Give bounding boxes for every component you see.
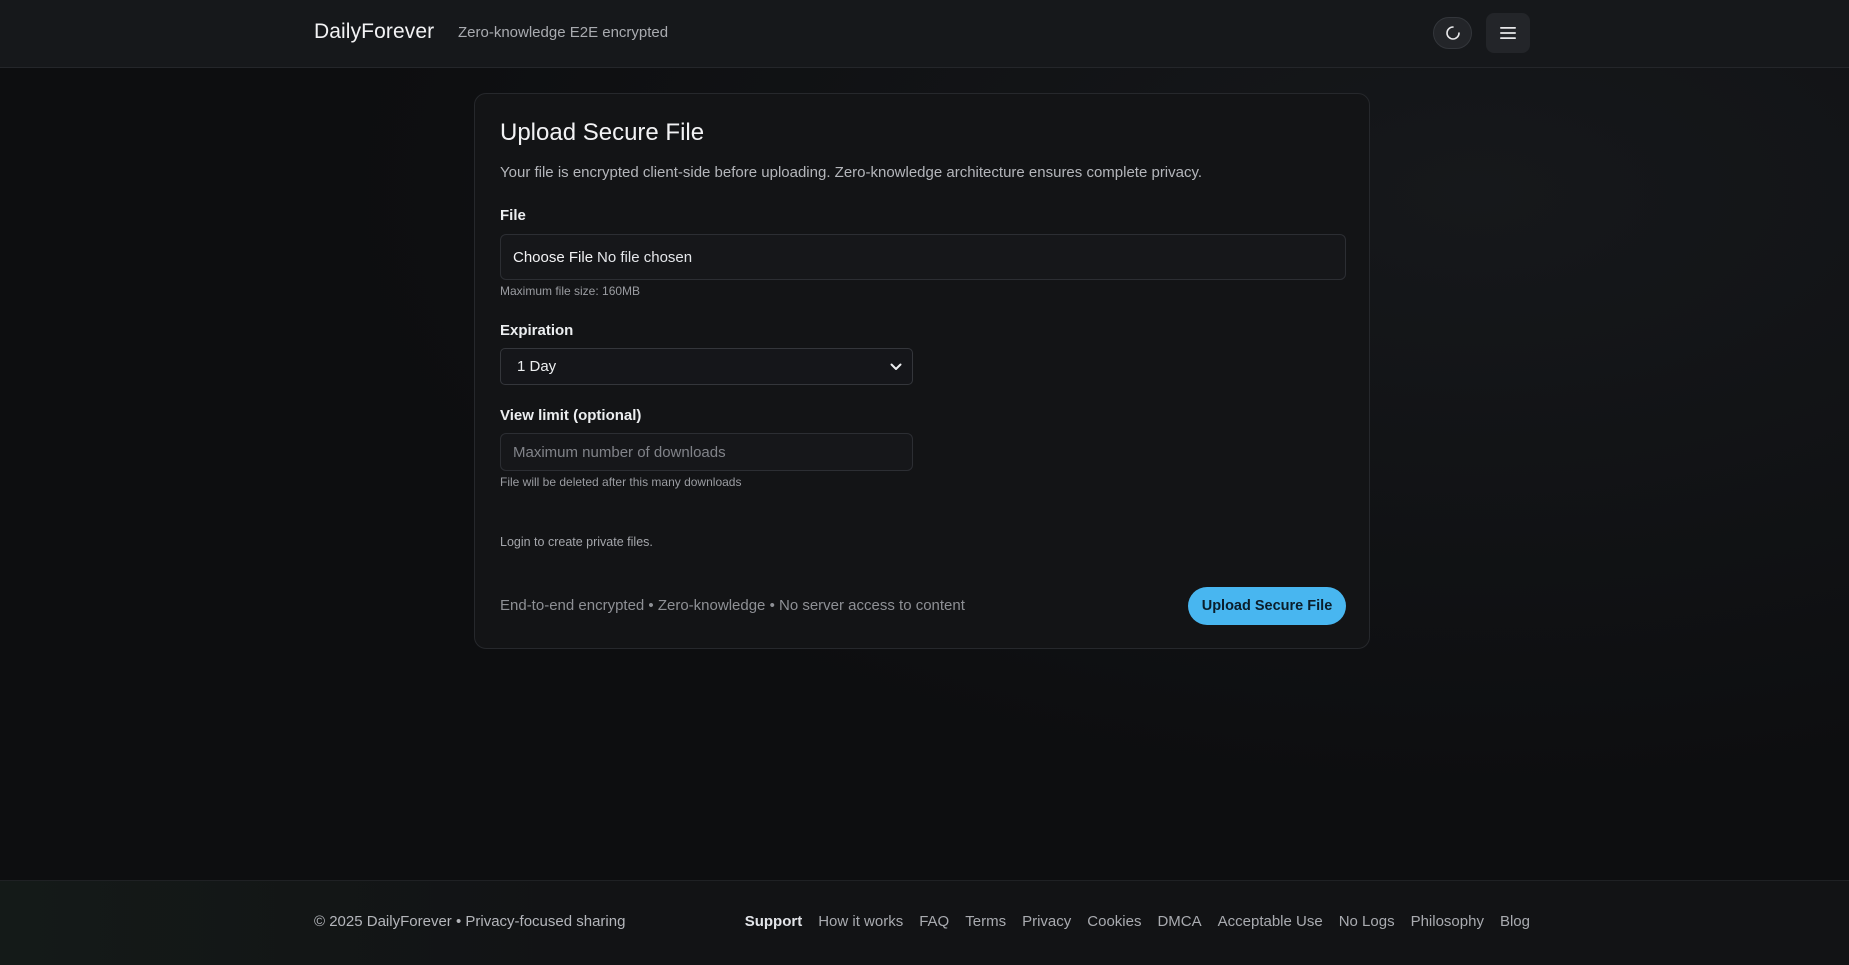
footer-link-philosophy[interactable]: Philosophy [1411,913,1484,930]
theme-toggle-icon [1445,26,1460,40]
footer-link-acceptable-use[interactable]: Acceptable Use [1218,913,1323,930]
view-limit-label: View limit (optional) [500,407,642,424]
brand-logo[interactable]: DailyForever [314,20,434,44]
card-description: Your file is encrypted client-side befor… [500,164,1203,181]
menu-button[interactable] [1486,13,1530,53]
file-label: File [500,207,526,224]
footer-link-blog[interactable]: Blog [1500,913,1530,930]
file-input[interactable]: Choose File No file chosen [500,234,1346,280]
upload-secure-file-button[interactable]: Upload Secure File [1188,587,1346,625]
theme-toggle-button[interactable] [1433,17,1472,49]
page-title: Upload Secure File [500,119,705,146]
security-note: End-to-end encrypted • Zero-knowledge • … [500,597,965,614]
footer-link-how-it-works[interactable]: How it works [818,913,903,930]
footer-links: Support How it works FAQ Terms Privacy C… [745,913,1530,930]
login-note: Login to create private files. [500,535,653,549]
expiration-selected-value: 1 Day [517,358,557,375]
file-size-hint: Maximum file size: 160MB [500,284,641,298]
hamburger-menu-icon [1500,27,1516,39]
file-status: No file chosen [597,248,693,266]
footer-link-privacy[interactable]: Privacy [1022,913,1071,930]
choose-file-button[interactable]: Choose File [513,249,593,266]
footer-link-no-logs[interactable]: No Logs [1339,913,1395,930]
expiration-label: Expiration [500,322,574,339]
expiration-select[interactable]: 1 Day [500,348,913,385]
view-limit-hint: File will be deleted after this many dow… [500,475,742,489]
view-limit-input[interactable] [500,433,913,471]
chevron-down-icon [890,363,902,370]
footer-link-dmca[interactable]: DMCA [1157,913,1201,930]
page-footer: © 2025 DailyForever • Privacy-focused sh… [0,880,1849,965]
top-navbar: DailyForever Zero-knowledge E2E encrypte… [0,0,1849,68]
footer-link-faq[interactable]: FAQ [919,913,949,930]
header-tagline: Zero-knowledge E2E encrypted [458,24,669,41]
footer-link-support[interactable]: Support [745,913,803,930]
upload-card: Upload Secure File Your file is encrypte… [474,93,1370,649]
footer-link-terms[interactable]: Terms [965,913,1006,930]
footer-link-cookies[interactable]: Cookies [1087,913,1141,930]
copyright-text: © 2025 DailyForever • Privacy-focused sh… [314,913,626,930]
